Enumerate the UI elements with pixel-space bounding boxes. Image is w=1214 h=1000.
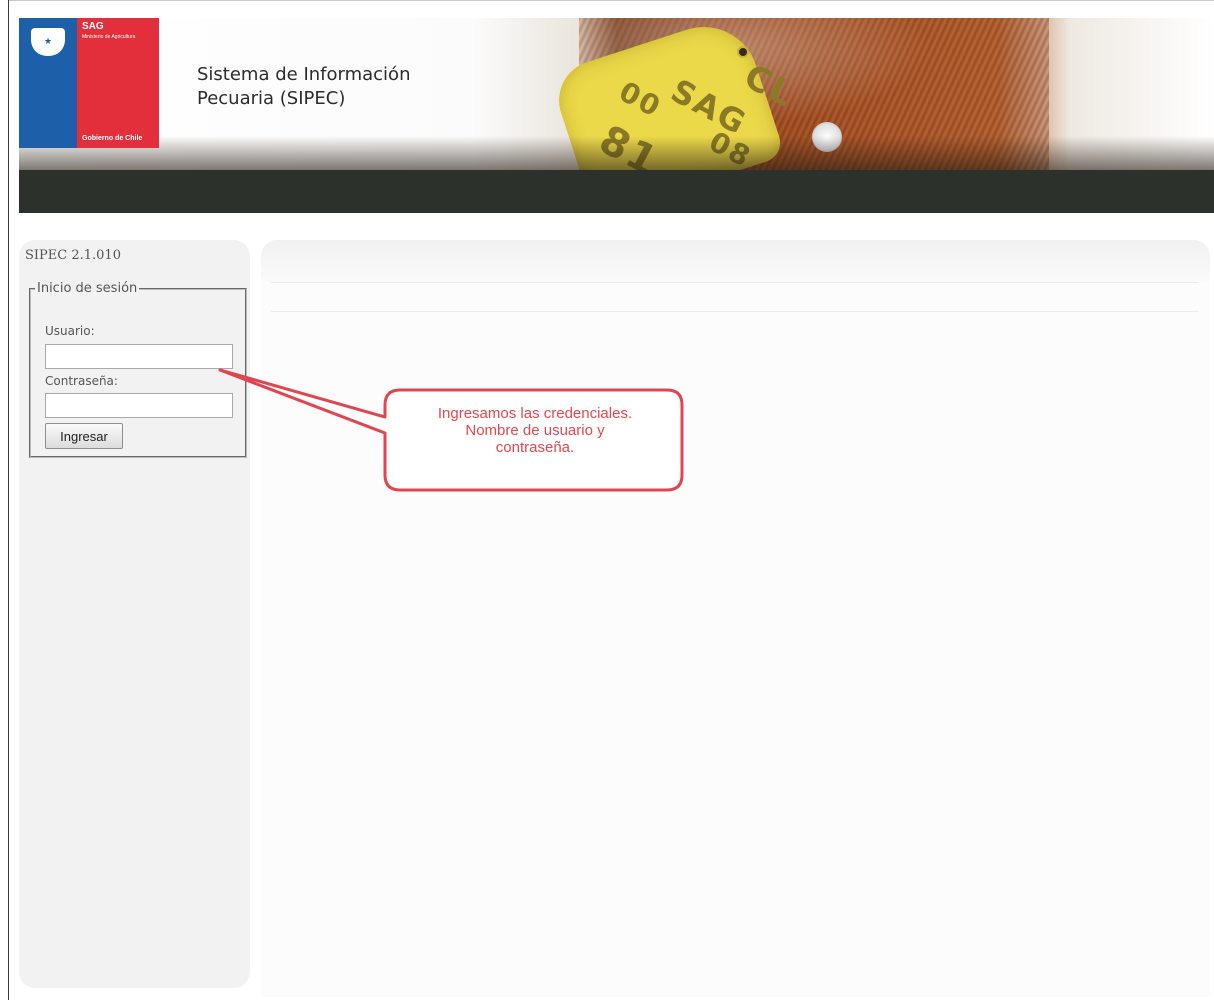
coat-of-arms-icon: ★ xyxy=(31,28,65,56)
callout-line-1: Ingresamos las credenciales. xyxy=(437,405,633,422)
main-content-header xyxy=(261,240,1210,282)
callout-line-2: Nombre de usuario y xyxy=(465,422,605,439)
callout-text: Ingresamos las credenciales. Nombre de u… xyxy=(390,405,680,456)
username-input[interactable] xyxy=(45,344,233,369)
content-divider-2 xyxy=(271,311,1199,312)
sag-logo-link[interactable]: ★ SAG Ministerio de Agricultura Gobierno… xyxy=(19,18,159,148)
password-label: Contraseña: xyxy=(45,374,118,388)
ear-tag-hole xyxy=(737,46,749,58)
version-label: SIPEC 2.1.010 xyxy=(25,248,121,263)
logo-agency: SAG xyxy=(82,21,104,32)
logo-blue-block: ★ xyxy=(19,18,77,148)
banner-shadow xyxy=(19,136,1214,170)
login-legend: Inicio de sesión xyxy=(37,281,138,296)
site-title-line-1: Sistema de Información xyxy=(197,64,411,85)
site-header: CL SAG 00 08 81 ★ SAG Ministerio de Agri… xyxy=(19,18,1214,213)
logo-government: Gobierno de Chile xyxy=(82,135,143,142)
logo-ministry: Ministerio de Agricultura xyxy=(82,34,136,40)
main-content-panel xyxy=(261,240,1210,997)
login-button[interactable]: Ingresar xyxy=(45,423,123,449)
username-label: Usuario: xyxy=(45,324,95,338)
site-title-line-2: Pecuaria (SIPEC) xyxy=(197,88,346,109)
content-divider-1 xyxy=(271,282,1199,283)
navigation-bar xyxy=(19,170,1214,213)
sidebar-panel: SIPEC 2.1.010 Inicio de sesión Usuario: … xyxy=(19,240,250,988)
callout-line-3: contraseña. xyxy=(495,439,575,456)
logo-red-block: SAG Ministerio de Agricultura Gobierno d… xyxy=(77,18,159,148)
login-fieldset: Inicio de sesión Usuario: Contraseña: In… xyxy=(29,281,247,458)
password-input[interactable] xyxy=(45,393,233,418)
site-title: Sistema de Información Pecuaria (SIPEC) xyxy=(197,63,497,111)
